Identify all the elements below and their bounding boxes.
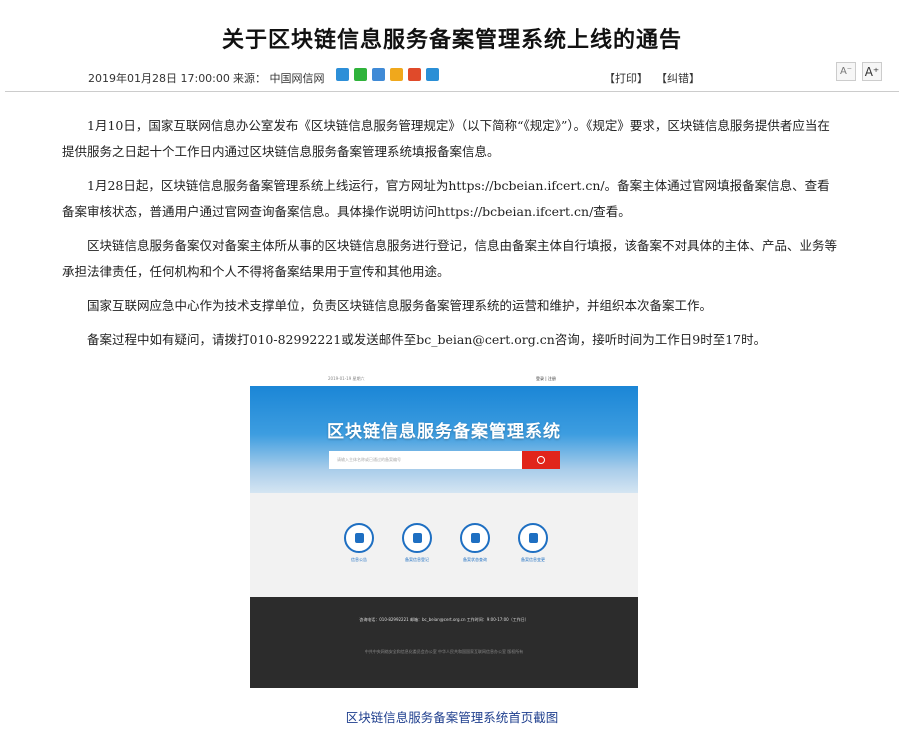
- screenshot-hero: 区块链信息服务备案管理系统 请输入主体名称或已通过的备案编号: [250, 386, 638, 493]
- qzone-share-icon[interactable]: [336, 68, 349, 81]
- screenshot-topbar: 2019-01-19 星期六 登录 | 注册: [250, 370, 638, 386]
- hourglass-icon: [460, 523, 490, 553]
- system-homepage-screenshot: 2019-01-19 星期六 登录 | 注册 区块链信息服务备案管理系统 请输入…: [250, 370, 638, 688]
- screenshot-login-links: 登录 | 注册: [536, 376, 556, 381]
- screenshot-search-button: [522, 451, 560, 469]
- paragraph: 1月10日，国家互联网信息办公室发布《区块链信息服务管理规定》（以下简称“《规定…: [62, 118, 830, 159]
- announcement-icon: [344, 523, 374, 553]
- search-icon: [537, 456, 545, 464]
- screenshot-date: 2019-01-19 星期六: [328, 376, 365, 381]
- screenshot-tile-label: 备案信息变更: [521, 557, 545, 562]
- font-decrease-button[interactable]: A⁻: [836, 62, 856, 81]
- screenshot-tile-label: 备案状态查询: [463, 557, 487, 562]
- screenshot-tile-label: 信息公告: [351, 557, 367, 562]
- paragraph: 国家互联网应急中心作为技术支撑单位，负责区块链信息服务备案管理系统的运营和维护，…: [87, 298, 713, 313]
- print-link[interactable]: 【打印】: [604, 70, 648, 86]
- paragraph: 备案过程中如有疑问，请拨打010-82992221或发送邮件至bc_beian@…: [87, 332, 767, 347]
- register-icon: [402, 523, 432, 553]
- screenshot-footer-copyright: 中共中央网络安全和信息化委员会办公室 中华人民共和国国家互联网信息办公室 版权所…: [364, 649, 524, 654]
- paragraph: 区块链信息服务备案仅对备案主体所从事的区块链信息服务进行登记，信息由备案主体自行…: [62, 238, 838, 279]
- screenshot-search-input: 请输入主体名称或已通过的备案编号: [329, 451, 522, 469]
- screenshot-tile: 备案状态查询: [458, 523, 492, 563]
- image-caption: 区块链信息服务备案管理系统首页截图: [345, 710, 559, 725]
- wechat-share-icon[interactable]: [354, 68, 367, 81]
- screenshot-footer: 咨询电话：010-82992221 邮箱：bc_beian@cert.org.c…: [250, 597, 638, 688]
- publish-date: 2019年01月28日 17:00:00: [88, 72, 230, 85]
- article-title: 关于区块链信息服务备案管理系统上线的通告: [221, 28, 682, 53]
- screenshot-system-name: 区块链信息服务备案管理系统: [327, 422, 561, 442]
- screenshot-footer-contact: 咨询电话：010-82992221 邮箱：bc_beian@cert.org.c…: [359, 617, 529, 622]
- screenshot-tiles: 信息公告 备案信息登记 备案状态查询 备案信息变更: [250, 493, 638, 597]
- screenshot-tile: 备案信息变更: [516, 523, 550, 563]
- paragraph: 1月28日起，区块链信息服务备案管理系统上线运行，官方网址为https://bc…: [62, 178, 830, 219]
- article-body: 1月10日，国家互联网信息办公室发布《区块链信息服务管理规定》（以下简称“《规定…: [62, 113, 842, 361]
- correct-link[interactable]: 【纠错】: [656, 70, 700, 86]
- weibo-share-icon[interactable]: [408, 68, 421, 81]
- article-meta: 2019年01月28日 17:00:00 来源： 中国网信网 【打印】 【纠错】…: [0, 62, 904, 86]
- divider: [5, 91, 899, 92]
- article-actions: 【打印】 【纠错】: [604, 70, 700, 86]
- qq-share-icon[interactable]: [390, 68, 403, 81]
- screenshot-tile-label: 备案信息登记: [405, 557, 429, 562]
- font-increase-button[interactable]: A⁺: [862, 62, 882, 81]
- screenshot-tile: 备案信息登记: [400, 523, 434, 563]
- font-size-controls: A⁻ A⁺: [836, 62, 882, 81]
- tencent-weibo-share-icon[interactable]: [372, 68, 385, 81]
- people-share-icon[interactable]: [426, 68, 439, 81]
- article-source: 来源： 中国网信网: [233, 72, 325, 85]
- change-icon: [518, 523, 548, 553]
- screenshot-tile: 信息公告: [342, 523, 376, 563]
- share-bar: [336, 68, 439, 81]
